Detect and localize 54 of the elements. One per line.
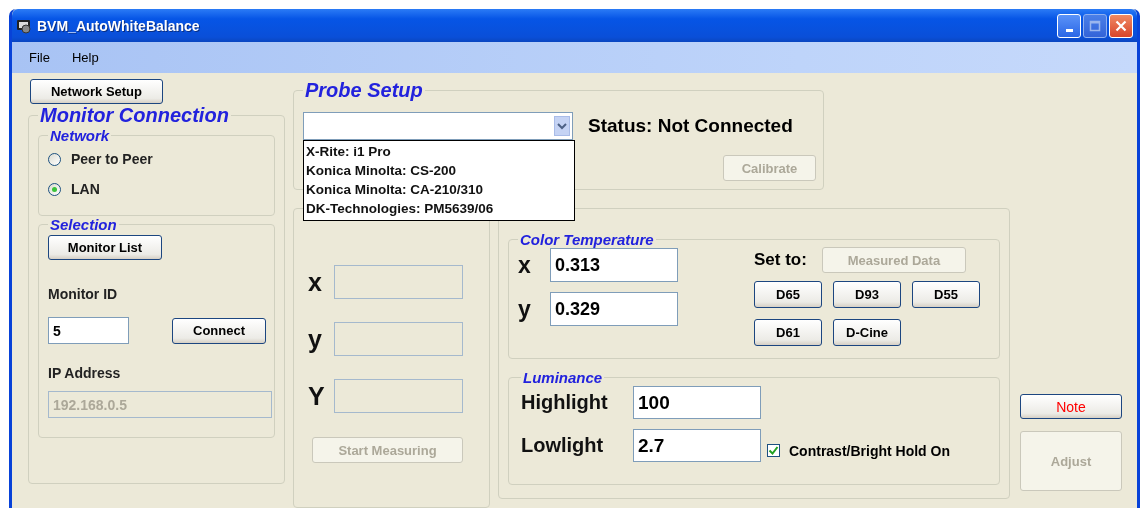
checkbox-label: Contrast/Bright Hold On bbox=[789, 442, 950, 459]
preset-button[interactable]: D-Cine bbox=[833, 319, 901, 346]
connect-button[interactable]: Connect bbox=[172, 317, 266, 344]
group-title: Selection bbox=[49, 216, 118, 233]
field-label: Y bbox=[308, 381, 326, 411]
field-label: Highlight bbox=[521, 391, 609, 414]
dropdown-item[interactable]: Konica Minolta: CS-200 bbox=[306, 161, 574, 180]
window-title: BVM_AutoWhiteBalance bbox=[37, 17, 201, 34]
chromaticity-field[interactable]: 0.313 bbox=[550, 248, 678, 282]
monitor-id-field[interactable]: 5 bbox=[48, 317, 129, 344]
menu-item[interactable]: File bbox=[18, 50, 61, 65]
field-label: Monitor ID bbox=[48, 286, 119, 302]
set-to-label: Set to: bbox=[754, 250, 807, 270]
field-label: Lowlight bbox=[521, 434, 605, 457]
probe-dropdown[interactable] bbox=[303, 112, 573, 140]
preset-button[interactable]: D55 bbox=[912, 281, 980, 308]
field-label: x bbox=[518, 251, 532, 279]
maximize-icon bbox=[1089, 19, 1101, 32]
dropdown-item[interactable]: X-Rite: i1 Pro bbox=[306, 142, 574, 161]
radio-label: LAN bbox=[71, 181, 100, 197]
preset-button[interactable]: D93 bbox=[833, 281, 901, 308]
checkbox[interactable] bbox=[767, 444, 780, 457]
minimize-button[interactable] bbox=[1057, 13, 1081, 38]
group-title: Probe Setup bbox=[304, 79, 424, 102]
field-label: y bbox=[518, 295, 532, 323]
monitor-list-button[interactable]: Monitor List bbox=[48, 235, 162, 260]
field-label: x bbox=[308, 267, 323, 297]
chromaticity-field[interactable]: 0.329 bbox=[550, 292, 678, 326]
group-title: Network bbox=[49, 127, 111, 144]
highlight-field[interactable]: 100 bbox=[633, 386, 761, 419]
network-setup-button[interactable]: Network Setup bbox=[30, 79, 163, 104]
close-icon bbox=[1115, 19, 1127, 32]
chevron-down-icon bbox=[554, 116, 570, 136]
group-title: Monitor Connection bbox=[39, 104, 230, 127]
radio-label: Peer to Peer bbox=[71, 151, 153, 167]
close-button[interactable] bbox=[1109, 13, 1133, 38]
preset-button[interactable]: D61 bbox=[754, 319, 822, 346]
status-text: Status: Not Connected bbox=[588, 115, 793, 137]
maximize-button[interactable] bbox=[1083, 13, 1107, 38]
group-title: Color Temperature bbox=[519, 231, 655, 248]
note-button[interactable]: Note bbox=[1020, 394, 1122, 419]
menu-item[interactable]: Help bbox=[60, 50, 110, 65]
group-title: Luminance bbox=[522, 369, 604, 386]
radio-button[interactable] bbox=[48, 182, 61, 196]
minimize-icon bbox=[1065, 29, 1073, 32]
dropdown-item[interactable]: DK-Technologies: PM5639/06 bbox=[306, 199, 574, 218]
app-icon bbox=[16, 17, 32, 34]
check-icon bbox=[768, 445, 779, 456]
field-label: IP Address bbox=[48, 365, 122, 381]
radio-button[interactable] bbox=[48, 152, 61, 166]
preset-button[interactable]: D65 bbox=[754, 281, 822, 308]
field-label: y bbox=[308, 324, 323, 354]
lowlight-field[interactable]: 2.7 bbox=[633, 429, 761, 462]
dropdown-item[interactable]: Konica Minolta: CA-210/310 bbox=[306, 180, 574, 199]
